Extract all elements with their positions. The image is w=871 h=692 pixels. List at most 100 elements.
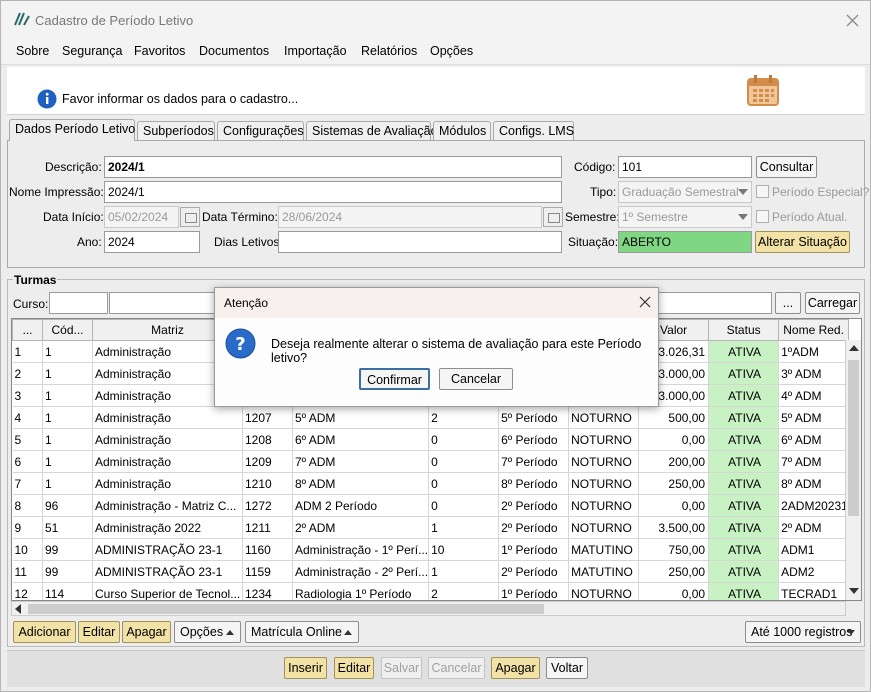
table-cell: ATIVA — [708, 362, 780, 385]
table-cell: 5 — [12, 428, 43, 451]
data-inicio-label: Data Início: — [43, 210, 104, 224]
data-termino-field[interactable]: 28/06/2024 — [278, 206, 542, 228]
salvar-button[interactable]: Salvar — [381, 657, 422, 679]
table-row[interactable]: 8 96 Administração - Matriz C... 1272 ADM 2 … — [12, 494, 850, 517]
tab-dados-periodo[interactable]: Dados Período Letivo — [9, 119, 135, 141]
vertical-scrollbar[interactable] — [845, 340, 861, 600]
data-inicio-field[interactable]: 05/02/2024 — [104, 206, 179, 228]
table-cell: Administração — [92, 406, 243, 429]
periodo-especial-checkbox[interactable] — [756, 185, 769, 198]
table-row[interactable]: 6 1 Administração 1209 7º ADM 0 7º Período NOTU… — [12, 450, 850, 473]
descricao-field[interactable]: 2024/1 — [104, 156, 562, 178]
carregar-button[interactable]: Carregar — [805, 292, 860, 314]
tipo-select[interactable]: Graduação Semestral — [618, 181, 752, 203]
table-cell: ATIVA — [708, 582, 780, 600]
menu-favoritos[interactable]: Favoritos — [134, 44, 185, 58]
column-header[interactable]: Status — [708, 319, 780, 341]
semestre-select[interactable]: 1º Semestre — [618, 206, 752, 228]
table-row[interactable]: 10 99 ADMINISTRAÇÃO 23-1 1160 Administração … — [12, 538, 850, 561]
table-cell: Curso Superior de Tecnol... — [92, 582, 243, 600]
table-cell: ADMINISTRAÇÃO 23-1 — [92, 538, 243, 561]
table-cell: ADM2 — [778, 560, 850, 583]
table-cell: 1º Período — [498, 582, 570, 600]
scroll-thumb[interactable] — [848, 360, 859, 516]
table-row[interactable]: 5 1 Administração 1208 6º ADM 0 6º Período NOTU… — [12, 428, 850, 451]
scroll-left-icon[interactable] — [15, 604, 21, 614]
tab-subperiodos[interactable]: Subperíodos — [137, 121, 215, 141]
close-icon[interactable] — [846, 14, 859, 27]
table-row[interactable]: 4 1 Administração 1207 5º ADM 2 5º Período NOTU… — [12, 406, 850, 429]
apagar-turma-button[interactable]: Apagar — [122, 621, 171, 643]
tab-sistemas-avaliacao[interactable]: Sistemas de Avaliação — [306, 121, 438, 141]
descricao-label: Descrição: — [45, 160, 102, 174]
scroll-down-icon[interactable] — [849, 588, 859, 594]
table-cell: 0,00 — [638, 428, 710, 451]
menu-opcoes[interactable]: Opções — [430, 44, 473, 58]
menu-sobre[interactable]: Sobre — [16, 44, 49, 58]
table-row[interactable]: 11 99 ADMINISTRAÇÃO 23-1 1159 Administração … — [12, 560, 850, 583]
table-cell: 200,00 — [638, 450, 710, 473]
horizontal-scrollbar[interactable] — [11, 601, 846, 616]
alterar-situacao-button[interactable]: Alterar Situação — [755, 231, 850, 253]
table-cell: 1 — [428, 516, 500, 539]
scroll-up-icon[interactable] — [849, 345, 859, 351]
table-cell: Administração — [92, 428, 243, 451]
table-cell: 250,00 — [638, 560, 710, 583]
menu-documentos[interactable]: Documentos — [199, 44, 269, 58]
table-cell: ATIVA — [708, 472, 780, 495]
table-cell: NOTURNO — [568, 406, 640, 429]
tab-configs-lms[interactable]: Configs. LMS — [493, 121, 574, 141]
table-cell: 1 — [428, 560, 500, 583]
periodo-atual-checkbox[interactable] — [756, 210, 769, 223]
situacao-field: ABERTO — [618, 231, 752, 253]
title-bar: Cadastro de Período Letivo — [1, 1, 870, 39]
table-cell: 51 — [42, 516, 93, 539]
table-cell: 2º Período — [498, 516, 570, 539]
curso-label: Curso: — [13, 297, 49, 311]
dias-letivos-label: Dias Letivos — [214, 235, 280, 249]
voltar-button[interactable]: Voltar — [546, 657, 588, 679]
table-cell: MATUTINO — [568, 538, 640, 561]
menu-relatorios[interactable]: Relatórios — [361, 44, 417, 58]
registros-select[interactable]: Até 1000 registros — [745, 621, 861, 643]
apagar-button[interactable]: Apagar — [491, 657, 540, 679]
close-icon[interactable] — [639, 296, 651, 308]
editar-button[interactable]: Editar — [334, 657, 374, 679]
ano-field[interactable]: 2024 — [104, 231, 200, 253]
table-cell: 0 — [428, 428, 500, 451]
calendar-picker-icon[interactable] — [180, 207, 200, 227]
dialog-cancel-button[interactable]: Cancelar — [439, 368, 513, 390]
curso-search-button[interactable]: ... — [775, 292, 801, 314]
tab-modulos[interactable]: Módulos — [433, 121, 491, 141]
inserir-button[interactable]: Inserir — [284, 657, 327, 679]
calendar-picker-icon[interactable] — [543, 207, 563, 227]
nome-impressao-field[interactable]: 2024/1 — [104, 181, 562, 203]
table-cell: 1ºADM — [778, 340, 850, 363]
cancelar-button[interactable]: Cancelar — [428, 657, 485, 679]
table-row[interactable]: 12 114 Curso Superior de Tecnol... 1234 Radi… — [12, 582, 850, 600]
consultar-button[interactable]: Consultar — [756, 156, 817, 178]
codigo-field[interactable]: 101 — [618, 156, 752, 178]
semestre-value: 1º Semestre — [622, 210, 688, 224]
info-bar: Favor informar os dados para o cadastro.… — [7, 67, 865, 115]
column-header[interactable]: Cód... — [42, 319, 93, 341]
scroll-thumb[interactable] — [28, 604, 544, 614]
adicionar-button[interactable]: Adicionar — [13, 621, 76, 643]
matricula-online-dropdown[interactable]: Matrícula Online — [245, 621, 359, 643]
dias-letivos-field[interactable] — [278, 231, 562, 253]
menu-bar: Sobre Segurança Favoritos Documentos Imp… — [1, 39, 870, 65]
column-header[interactable]: Nome Red. — [778, 319, 850, 341]
tab-configuracoes[interactable]: Configurações — [217, 121, 304, 141]
editar-turma-button[interactable]: Editar — [78, 621, 120, 643]
column-header[interactable]: ... — [12, 319, 43, 341]
menu-seguranca[interactable]: Segurança — [62, 44, 122, 58]
table-row[interactable]: 7 1 Administração 1210 8º ADM 0 8º Período NOTU… — [12, 472, 850, 495]
tipo-label: Tipo: — [590, 185, 617, 199]
semestre-label: Semestre: — [565, 210, 620, 224]
table-row[interactable]: 9 51 Administração 2022 1211 2º ADM 1 2º Perío… — [12, 516, 850, 539]
curso-code-field[interactable] — [49, 292, 108, 314]
table-cell: 2º ADM — [778, 516, 850, 539]
confirmar-button[interactable]: Confirmar — [359, 368, 430, 390]
opcoes-dropdown[interactable]: Opções — [174, 621, 241, 643]
menu-importacao[interactable]: Importação — [284, 44, 347, 58]
